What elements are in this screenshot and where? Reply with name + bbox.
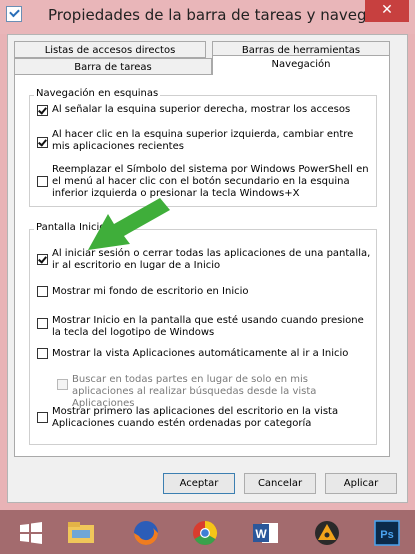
checkbox-start-on-current-screen[interactable]: [37, 318, 48, 329]
corners-group-title: Navegación en esquinas: [34, 88, 161, 99]
word-letter: W: [255, 527, 267, 541]
checkbox-show-charms[interactable]: [37, 105, 48, 116]
firefox-icon[interactable]: [129, 516, 163, 550]
cancel-button[interactable]: Cancelar: [244, 473, 316, 494]
taskbar: W Ps: [0, 510, 415, 554]
apply-button[interactable]: Aplicar: [325, 473, 397, 494]
close-button[interactable]: ✕: [365, 0, 409, 22]
checkbox-replace-powershell[interactable]: [37, 176, 48, 187]
checkbox-app-icon: [6, 6, 22, 22]
option-label: Mostrar Inicio en la pantalla que esté u…: [52, 315, 364, 338]
checkbox-show-apps-view[interactable]: [37, 348, 48, 359]
option-label: Mostrar primero las aplicaciones del esc…: [52, 406, 339, 429]
windows-start-icon[interactable]: [14, 516, 48, 550]
checkbox-desktop-background[interactable]: [37, 286, 48, 297]
checkbox-search-everywhere: [57, 379, 68, 390]
tab-barra-tareas[interactable]: Barra de tareas: [14, 58, 212, 75]
option-label: Mostrar la vista Aplicaciones automática…: [52, 348, 349, 359]
checkbox-go-to-desktop[interactable]: [37, 254, 48, 265]
accept-button[interactable]: Aceptar: [163, 473, 235, 494]
option-label: Reemplazar el Símbolo del sistema por Wi…: [52, 164, 369, 199]
aimp-icon[interactable]: [310, 516, 344, 550]
tab-navegacion[interactable]: Navegación: [212, 55, 390, 75]
option-label: Mostrar mi fondo de escritorio en Inicio: [52, 286, 249, 297]
photoshop-icon[interactable]: Ps: [370, 516, 404, 550]
option-label: Buscar en todas partes en lugar de solo …: [72, 374, 317, 409]
option-label: Al señalar la esquina superior derecha, …: [52, 104, 351, 115]
window-title: Propiedades de la barra de tareas y nave…: [48, 6, 407, 24]
start-group-title: Pantalla Inicio: [34, 222, 108, 233]
photoshop-letters: Ps: [380, 529, 393, 541]
option-label: Al hacer clic en la esquina superior izq…: [52, 129, 354, 152]
tab-listas-accesos-directos[interactable]: Listas de accesos directos: [14, 41, 206, 58]
title-bar[interactable]: Propiedades de la barra de tareas y nave…: [0, 0, 415, 34]
file-explorer-icon[interactable]: [64, 516, 98, 550]
option-label: Al iniciar sesión o cerrar todas las apl…: [52, 248, 371, 271]
word-icon[interactable]: W: [248, 516, 282, 550]
checkbox-switch-recent-apps[interactable]: [37, 137, 48, 148]
properties-window: Propiedades de la barra de tareas y nave…: [0, 0, 415, 510]
chrome-icon[interactable]: [188, 516, 222, 550]
checkbox-desktop-apps-first[interactable]: [37, 412, 48, 423]
